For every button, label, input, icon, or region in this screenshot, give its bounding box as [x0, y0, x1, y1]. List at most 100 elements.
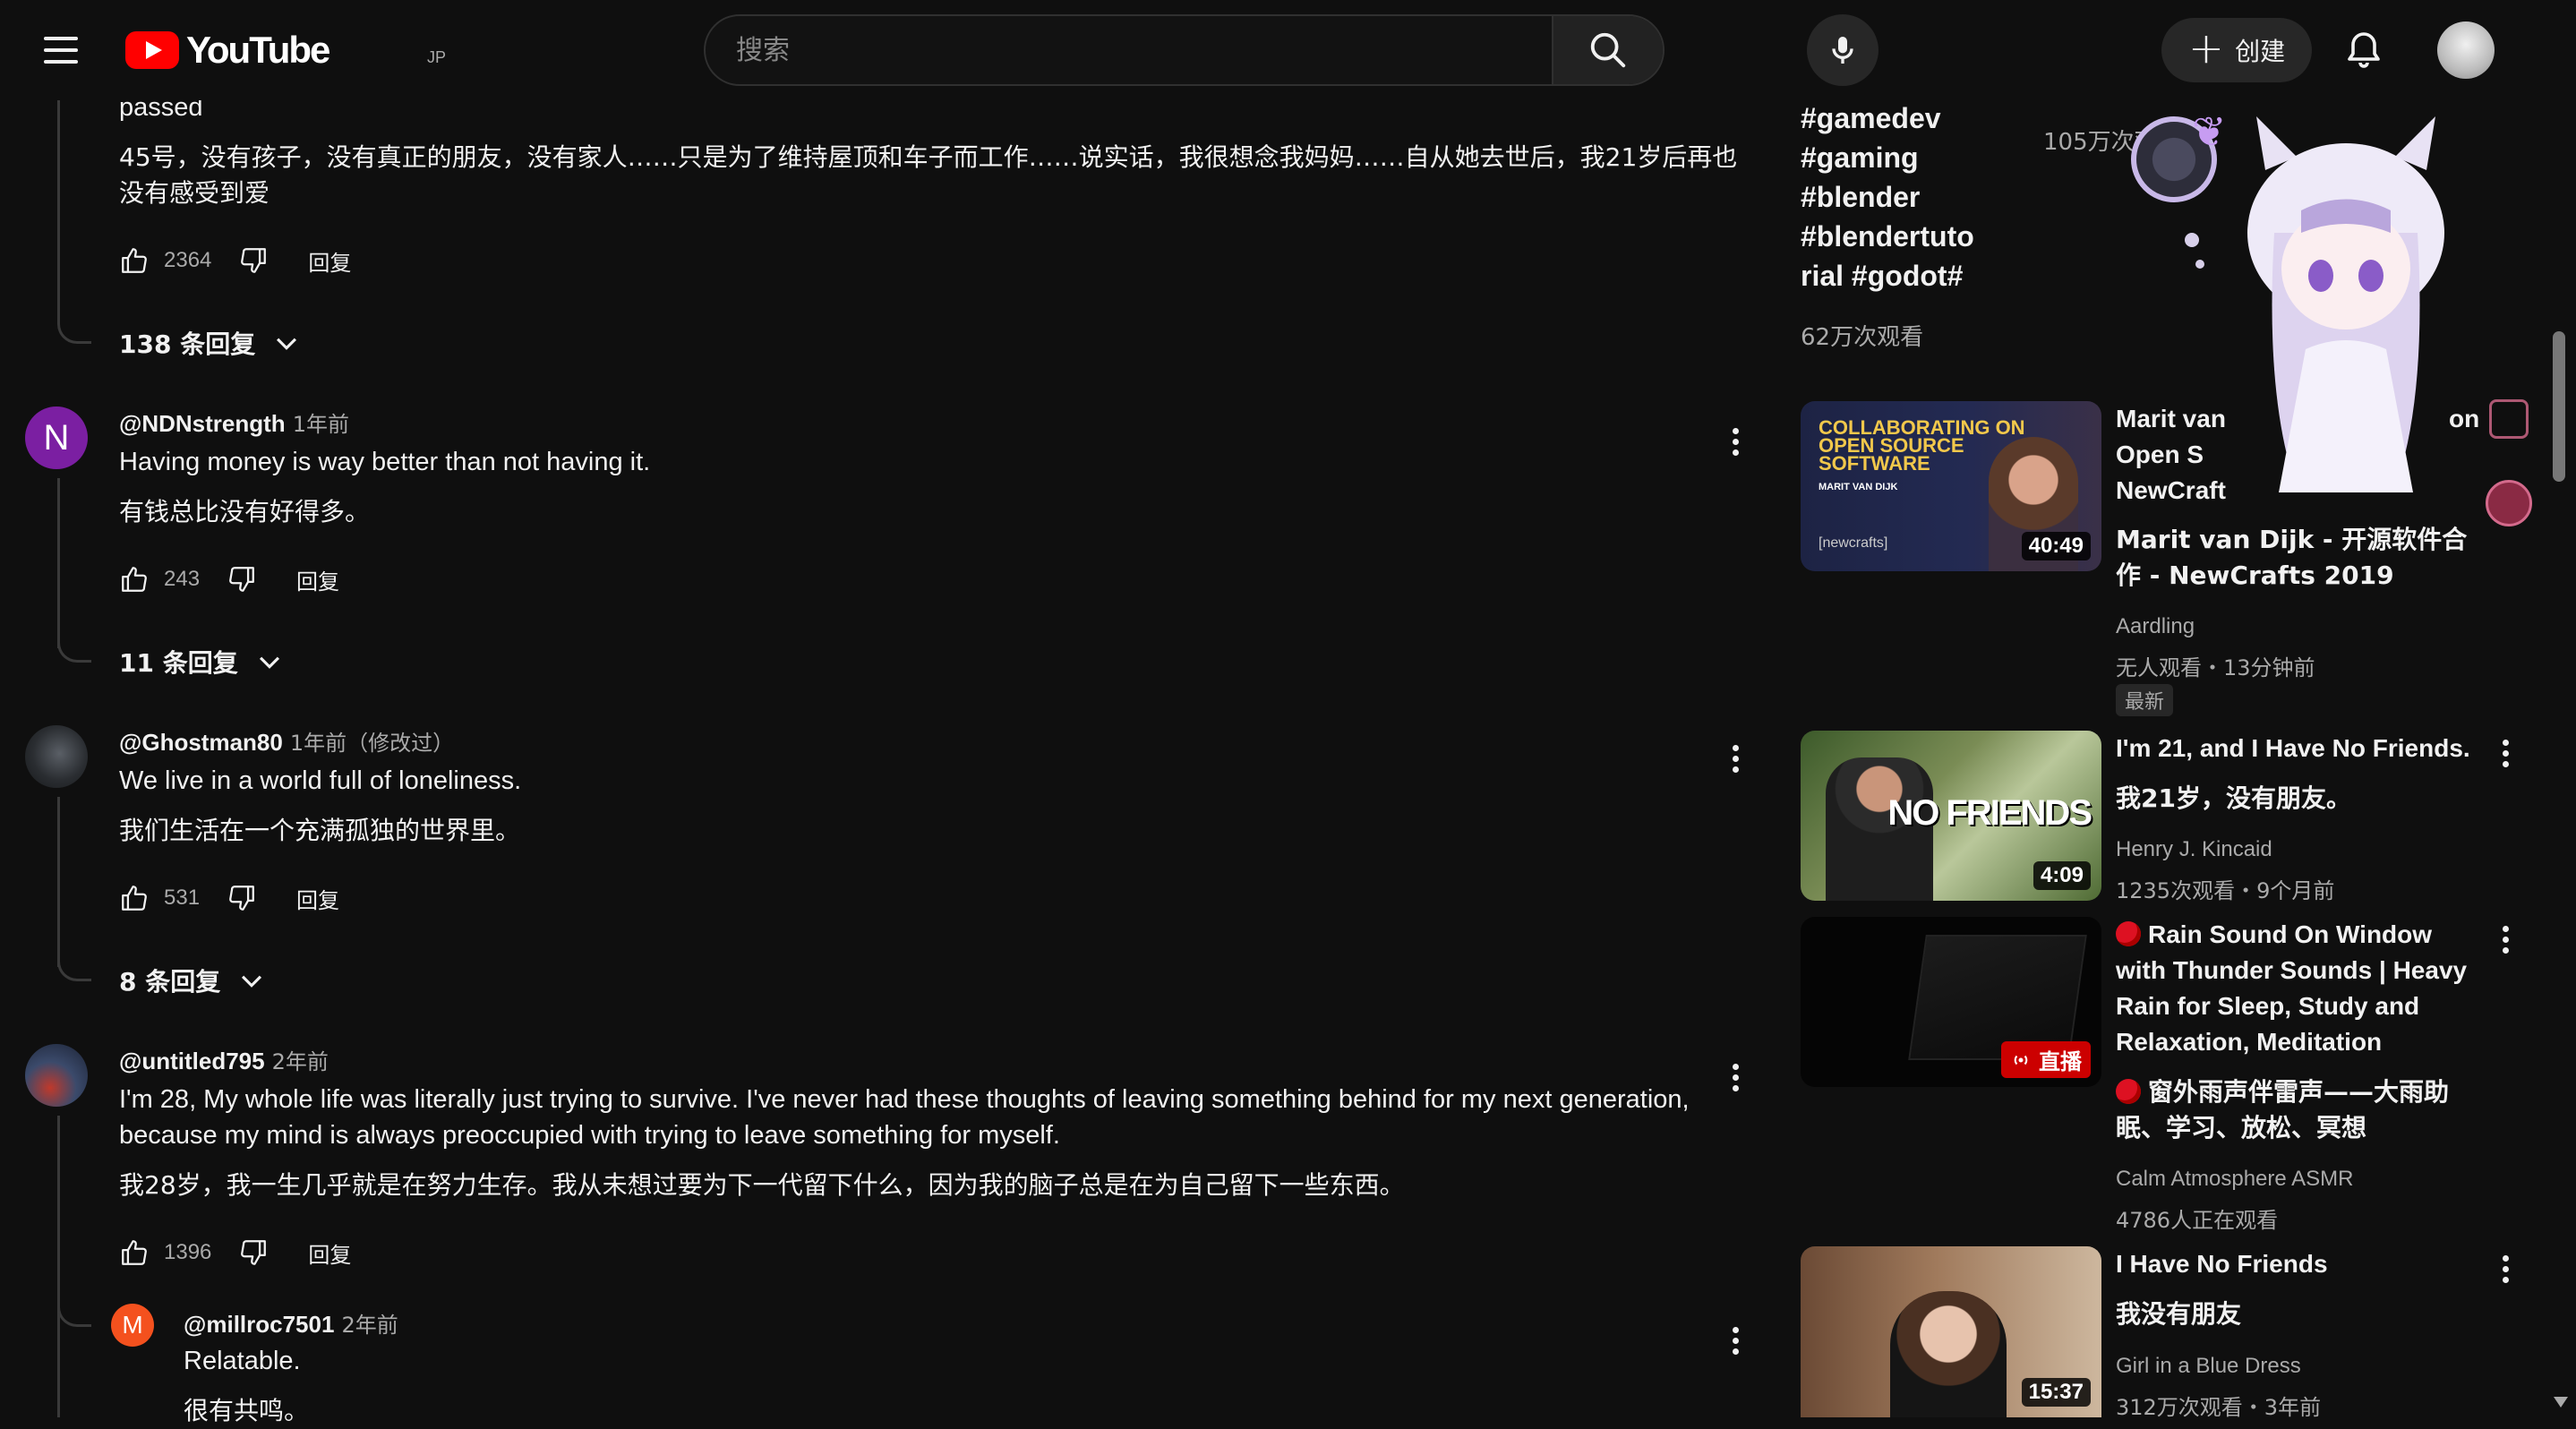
hashtag[interactable]: #gaming	[1801, 138, 1974, 177]
video-thumbnail[interactable]: COLLABORATING ON OPEN SOURCE SOFTWARE MA…	[1801, 401, 2101, 571]
comment-more-icon[interactable]	[1717, 1055, 1753, 1100]
live-label: 直播	[2039, 1049, 2082, 1074]
video-title-zh[interactable]: 我没有朋友	[2116, 1296, 2474, 1332]
channel-name[interactable]: Henry J. Kincaid	[2116, 837, 2272, 862]
replies-count: 138 条回复	[119, 329, 256, 359]
red-circle-icon	[2116, 921, 2141, 946]
thread-hook	[57, 1300, 91, 1327]
replies-toggle[interactable]: 8 条回复	[119, 958, 267, 1003]
live-badge: 直播	[2001, 1041, 2091, 1078]
create-label: 创建	[2235, 37, 2286, 66]
hashtag[interactable]: #blender	[1801, 177, 1974, 217]
reply-avatar[interactable]: M	[111, 1304, 154, 1347]
reply-time: 2年前	[341, 1313, 398, 1338]
desktop-mascot-overlay[interactable]: ❦	[2131, 107, 2489, 519]
reply-button[interactable]: 回复	[308, 245, 351, 277]
thumbs-down-icon[interactable]	[238, 245, 269, 276]
account-avatar[interactable]	[2437, 21, 2495, 79]
channel-name[interactable]: Girl in a Blue Dress	[2116, 1354, 2301, 1379]
notifications-button[interactable]	[2333, 20, 2394, 81]
thread-line	[57, 100, 60, 324]
reply-author[interactable]: @millroc7501	[184, 1311, 334, 1338]
video-stats: 1235次观看・9个月前	[2116, 878, 2335, 903]
thumbs-down-icon[interactable]	[238, 1237, 269, 1268]
hashtag[interactable]: #gamedev	[1801, 98, 1974, 138]
person-photo	[1890, 1291, 2007, 1417]
reply-button[interactable]: 回复	[296, 564, 339, 595]
view-count: 62万次观看	[1801, 324, 1924, 351]
comment-text-zh-cont: 没有感受到爱	[119, 178, 270, 208]
reply-more-icon[interactable]	[1717, 1318, 1753, 1363]
reply-button[interactable]: 回复	[296, 883, 339, 914]
thumbnail-brand: [newcrafts]	[1819, 535, 1888, 551]
red-circle-icon	[2116, 1079, 2141, 1104]
scroll-down-arrow[interactable]	[2554, 1397, 2568, 1408]
channel-name[interactable]: Aardling	[2116, 614, 2195, 639]
thumbs-up-icon[interactable]	[119, 245, 150, 276]
reply-text-en: Relatable.	[184, 1347, 301, 1375]
video-title-zh[interactable]: Marit van Dijk - 开源软件合作 - NewCrafts 2019	[2116, 522, 2474, 594]
video-title-en[interactable]: Rain Sound On Window with Thunder Sounds…	[2116, 917, 2474, 1060]
youtube-logo[interactable]: YouTube JP	[125, 27, 446, 73]
comment-more-icon[interactable]	[1717, 419, 1753, 464]
video-more-icon[interactable]	[2487, 1246, 2523, 1291]
video-hashtags: #gamedev #gaming #blender #blendertuto r…	[1801, 98, 1974, 295]
comment-text-en: We live in a world full of loneliness.	[119, 766, 522, 795]
thumbnail-text: NO FRIENDS	[1887, 793, 2092, 833]
reply-button[interactable]: 回复	[308, 1237, 351, 1269]
reply-header: @millroc7501 2年前	[184, 1307, 398, 1339]
create-button[interactable]: + 创建	[2161, 18, 2312, 82]
comment-text-en: I'm 28, My whole life was literally just…	[119, 1085, 1690, 1114]
replies-toggle[interactable]: 138 条回复	[119, 321, 302, 365]
menu-icon[interactable]	[36, 27, 86, 73]
chevron-down-icon	[259, 656, 279, 669]
commenter-avatar[interactable]: N	[25, 406, 88, 469]
side-tool-gear-icon[interactable]	[2486, 480, 2532, 526]
hashtag[interactable]: #blendertuto	[1801, 217, 1974, 256]
comment-author[interactable]: @Ghostman80	[119, 729, 283, 756]
comment-text-zh: 45号，没有孩子，没有真正的朋友，没有家人……只是为了维持屋顶和车子而工作……说…	[119, 142, 1738, 172]
video-title-zh[interactable]: 我21岁，没有朋友。	[2116, 781, 2474, 817]
anime-character-icon	[2247, 116, 2444, 492]
comment-author[interactable]: @NDNstrength	[119, 410, 286, 437]
comment-header: @Ghostman80 1年前（修改过）	[119, 725, 454, 757]
commenter-avatar[interactable]	[25, 1044, 88, 1107]
search-button[interactable]	[1552, 16, 1663, 84]
video-stats: 4786人正在观看	[2116, 1208, 2279, 1233]
video-title-en[interactable]: I'm 21, and I Have No Friends.	[2116, 731, 2474, 766]
thumbs-down-icon[interactable]	[227, 883, 257, 913]
plus-icon: +	[2187, 23, 2225, 73]
video-thumbnail[interactable]: 15:37	[1801, 1246, 2101, 1417]
page-scrollbar[interactable]	[2553, 331, 2565, 482]
thread-line	[57, 1116, 60, 1417]
thumbs-up-icon[interactable]	[119, 564, 150, 595]
comment-author[interactable]: @untitled795	[119, 1048, 265, 1074]
hashtag[interactable]: rial #godot#	[1801, 256, 1974, 295]
title-text: Rain Sound On Window with Thunder Sounds…	[2116, 920, 2468, 1056]
video-thumbnail[interactable]: 直播	[1801, 917, 2101, 1087]
microphone-icon	[1832, 37, 1853, 64]
comment-text-en: Having money is way better than not havi…	[119, 448, 651, 476]
video-thumbnail[interactable]: NO FRIENDS 4:09	[1801, 731, 2101, 901]
thumbs-up-icon[interactable]	[119, 883, 150, 913]
thumbs-down-icon[interactable]	[227, 564, 257, 595]
new-badge: 最新	[2116, 684, 2174, 716]
video-title-zh[interactable]: 窗外雨声伴雷声——大雨助眠、学习、放松、冥想	[2116, 1074, 2474, 1146]
search-input[interactable]	[706, 16, 1663, 84]
video-duration: 4:09	[2033, 861, 2091, 890]
side-tool-grid-icon[interactable]	[2489, 399, 2529, 439]
comment-time: 2年前	[271, 1049, 329, 1074]
replies-count: 8 条回复	[119, 967, 221, 997]
thumbs-up-icon[interactable]	[119, 1237, 150, 1268]
video-more-icon[interactable]	[2487, 731, 2523, 775]
like-count: 1396	[164, 1240, 212, 1264]
voice-search-button[interactable]	[1807, 14, 1879, 86]
commenter-avatar[interactable]	[25, 725, 88, 788]
comment-text-zh: 我28岁，我一生几乎就是在努力生存。我从未想过要为下一代留下什么，因为我的脑子总…	[119, 1170, 1405, 1200]
comment-more-icon[interactable]	[1717, 736, 1753, 781]
channel-name[interactable]: Calm Atmosphere ASMR	[2116, 1167, 2353, 1192]
video-more-icon[interactable]	[2487, 917, 2523, 962]
video-title-en[interactable]: I Have No Friends	[2116, 1246, 2474, 1282]
replies-toggle[interactable]: 11 条回复	[119, 639, 285, 684]
like-count: 531	[164, 886, 201, 910]
